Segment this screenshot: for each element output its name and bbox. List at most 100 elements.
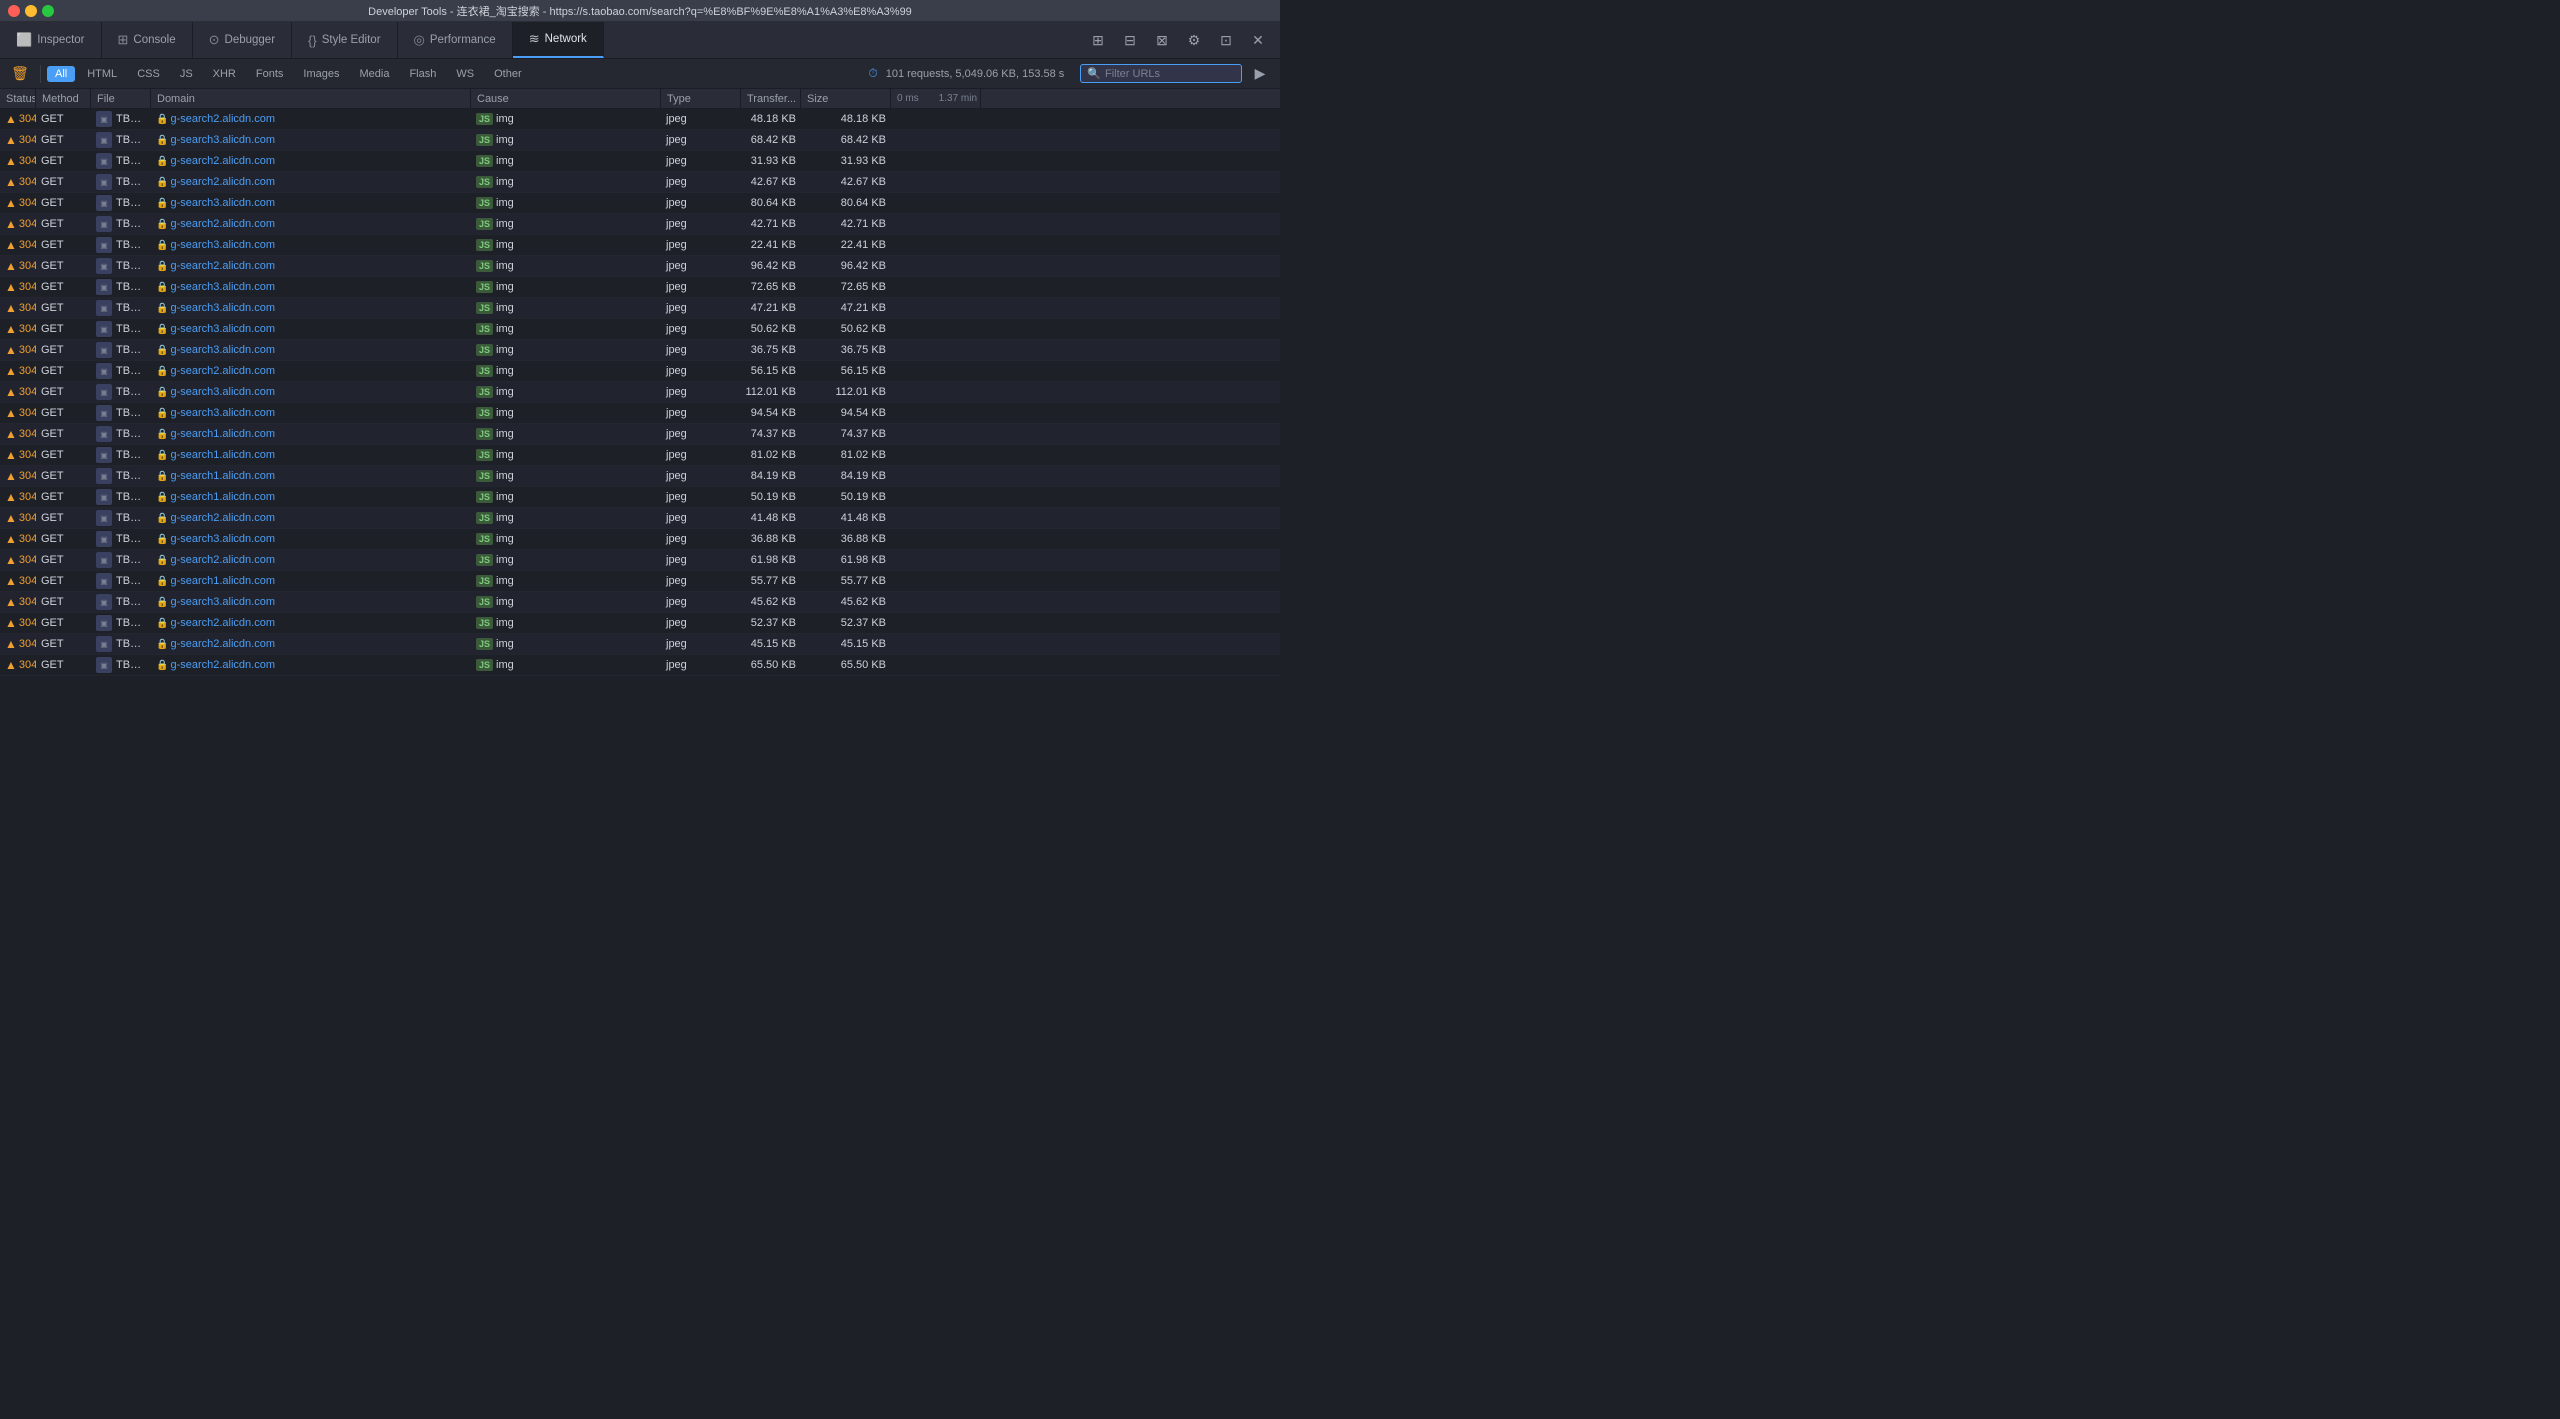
domain-link[interactable]: g-search2.alicdn.com [170, 617, 275, 629]
domain-link[interactable]: g-search2.alicdn.com [170, 260, 275, 272]
table-row[interactable]: ▲ 304 GET ▣ TB2W6GeqVXXXXrXpXXXXXXXXxx_!… [0, 130, 1280, 151]
method-cell: GET [36, 382, 91, 402]
domain-link[interactable]: g-search2.alicdn.com [170, 218, 275, 230]
tab-console[interactable]: ⊞ Console [102, 22, 193, 58]
split-button[interactable]: ⊟ [1116, 26, 1144, 54]
domain-link[interactable]: g-search3.alicdn.com [170, 281, 275, 293]
domain-link[interactable]: g-search2.alicdn.com [170, 554, 275, 566]
domain-cell: 🔒 g-search2.alicdn.com [151, 655, 471, 675]
table-row[interactable]: ▲ 304 GET ▣ TB16KELLXXXXXa3XXXXXXXXXXXXx… [0, 382, 1280, 403]
domain-link[interactable]: g-search3.alicdn.com [170, 533, 275, 545]
table-row[interactable]: ▲ 304 GET ▣ TB1iE3BMpXXXXYaXXXXXXXXXXXxx… [0, 340, 1280, 361]
domain-link[interactable]: g-search2.alicdn.com [170, 176, 275, 188]
table-row[interactable]: ▲ 304 GET ▣ TB2Hbm_oVXXXX3XFXXXXXXXXxx_!… [0, 109, 1280, 130]
domain-link[interactable]: g-search3.alicdn.com [170, 344, 275, 356]
close-button[interactable] [8, 5, 20, 17]
domain-link[interactable]: g-search3.alicdn.com [170, 134, 275, 146]
dock-button[interactable]: ⊞ [1084, 26, 1112, 54]
status-code: 304 [19, 638, 36, 650]
tab-style-editor[interactable]: {} Style Editor [292, 22, 398, 58]
minimize-devtools-button[interactable]: ⊡ [1212, 26, 1240, 54]
table-row[interactable]: ▲ 304 GET ▣ TB1WxiCJVXXXXcoaXXYXGcGpXX_M… [0, 193, 1280, 214]
filter-url-input[interactable] [1105, 68, 1235, 80]
table-row[interactable]: ▲ 304 GET ▣ TB2u5K9opXXXXpXFXXXXXXXXXXXX… [0, 550, 1280, 571]
fullscreen-button[interactable] [42, 5, 54, 17]
size-header[interactable]: Size [801, 89, 891, 108]
sidebar-button[interactable]: ⊠ [1148, 26, 1176, 54]
table-row[interactable]: ▲ 304 GET ▣ TB23lGDqXXXXXUXXXXXXXXXXXXXX… [0, 508, 1280, 529]
table-row[interactable]: ▲ 304 GET ▣ TB1h7blMpXXXXb_XpXXXXXXXXXXX… [0, 571, 1280, 592]
settings-button[interactable]: ⚙ [1180, 26, 1208, 54]
transfer-header[interactable]: Transfer... [741, 89, 801, 108]
table-row[interactable]: ▲ 304 GET ▣ TB26b2MrVXXXXcvXXXXXXXXXXxx_… [0, 256, 1280, 277]
table-row[interactable]: ▲ 304 GET ▣ TB2IUF4sXXXXXbtXpXXXXXXXXXXx… [0, 403, 1280, 424]
table-row[interactable]: ▲ 304 GET ▣ TB1_VETKpXXXXbLXYXGcGpXX_M2.… [0, 613, 1280, 634]
table-row[interactable]: ▲ 304 GET ▣ TB23bi_pVXXXXJXFXXXXXXXXXXXX… [0, 655, 1280, 676]
cause-header[interactable]: Cause [471, 89, 661, 108]
filter-css[interactable]: CSS [129, 66, 168, 82]
domain-link[interactable]: g-search3.alicdn.com [170, 197, 275, 209]
minimize-button[interactable] [25, 5, 37, 17]
file-header[interactable]: File [91, 89, 151, 108]
transfer-cell: 81.02 KB [741, 445, 801, 465]
domain-link[interactable]: g-search1.alicdn.com [170, 428, 275, 440]
file-cell: ▣ TB2FZ23rVXXXXfXXXXXXXXXXXXXxx_!!0-satu… [91, 445, 151, 465]
table-row[interactable]: ▲ 304 GET ▣ TB2io8HqVXXXXcZXXXXXXXXXXXXX… [0, 592, 1280, 613]
domain-link[interactable]: g-search2.alicdn.com [170, 659, 275, 671]
file-cell: ▣ TB1WxiCJVXXXXcoaXXYXGcGpXX_M2.SS2_4... [91, 193, 151, 213]
filter-xhr[interactable]: XHR [205, 66, 244, 82]
tab-inspector[interactable]: ⬜ Inspector [0, 22, 102, 58]
clear-button[interactable]: 🗑 [6, 60, 34, 88]
table-row[interactable]: ▲ 304 GET ▣ TB1BZT6JVXXXXc.XpXXYXGcGpXX_… [0, 151, 1280, 172]
domain-link[interactable]: g-search3.alicdn.com [170, 407, 275, 419]
js-badge: JS [476, 176, 493, 188]
domain-link[interactable]: g-search2.alicdn.com [170, 155, 275, 167]
table-row[interactable]: ▲ 304 GET ▣ TB1TiyMKXXXXXbHXFXXXXXXXXxx_… [0, 298, 1280, 319]
filter-fonts[interactable]: Fonts [248, 66, 292, 82]
table-row[interactable]: ▲ 304 GET ▣ TB1zAl8KXXXXcAXVXXXXXXXXXXXX… [0, 529, 1280, 550]
tab-network[interactable]: ≋ Network [513, 22, 604, 58]
domain-link[interactable]: g-search1.alicdn.com [170, 470, 275, 482]
table-row[interactable]: ▲ 304 GET ▣ TB10QpiKFXXXXLXVXXXXXXXXXXxx… [0, 319, 1280, 340]
tab-debugger[interactable]: ⊙ Debugger [193, 22, 292, 58]
filter-images[interactable]: Images [295, 66, 347, 82]
method-header[interactable]: Method [36, 89, 91, 108]
domain-link[interactable]: g-search2.alicdn.com [170, 365, 275, 377]
table-row[interactable]: ▲ 304 GET ▣ TB1NTimLFXXXXcPXVXXXXXXXXXXx… [0, 424, 1280, 445]
domain-link[interactable]: g-search2.alicdn.com [170, 512, 275, 524]
table-row[interactable]: ▲ 304 GET ▣ TB1wGyCKXXXXXQXpXXXXXXXXxx_!… [0, 172, 1280, 193]
domain-link[interactable]: g-search2.alicdn.com [170, 638, 275, 650]
domain-link[interactable]: g-search3.alicdn.com [170, 323, 275, 335]
domain-link[interactable]: g-search3.alicdn.com [170, 386, 275, 398]
filter-media[interactable]: Media [351, 66, 397, 82]
status-header[interactable]: Status ▼ [0, 89, 36, 108]
domain-link[interactable]: g-search3.alicdn.com [170, 302, 275, 314]
table-row[interactable]: ▲ 304 GET ▣ TB2H06XrVXXXXcNXpXXXXXXXXxx_… [0, 235, 1280, 256]
filter-all[interactable]: All [47, 66, 75, 82]
domain-link[interactable]: g-search2.alicdn.com [170, 113, 275, 125]
filter-other[interactable]: Other [486, 66, 530, 82]
filter-html[interactable]: HTML [79, 66, 125, 82]
domain-link[interactable]: g-search3.alicdn.com [170, 239, 275, 251]
filter-js[interactable]: JS [172, 66, 201, 82]
filter-flash[interactable]: Flash [401, 66, 444, 82]
type-header[interactable]: Type [661, 89, 741, 108]
filter-options-button[interactable]: ▶ [1246, 60, 1274, 88]
domain-link[interactable]: g-search1.alicdn.com [170, 491, 275, 503]
table-row[interactable]: ▲ 304 GET ▣ TB2UJPUoFXXXcVXXXXXXXXXXXXxx… [0, 361, 1280, 382]
table-row[interactable]: ▲ 304 GET ▣ TB1D_7FJpXXXXaSXVXXXXXXXXxx_… [0, 277, 1280, 298]
table-row[interactable]: ▲ 304 GET ▣ TB2ySzgqVXXXXaTXpXXXXXXXXXXx… [0, 466, 1280, 487]
domain-link[interactable]: g-search3.alicdn.com [170, 596, 275, 608]
table-row[interactable]: ▲ 304 GET ▣ TB1maFYHFXXXXZXXXXXXXXXXxx_!… [0, 214, 1280, 235]
table-row[interactable]: ▲ 304 GET ▣ TB2niOmmVXXXXbaXXXXXXXXXXXXX… [0, 634, 1280, 655]
filter-ws[interactable]: WS [448, 66, 482, 82]
domain-link[interactable]: g-search1.alicdn.com [170, 575, 275, 587]
table-row[interactable]: ▲ 304 GET ▣ TB2FZ23rVXXXXfXXXXXXXXXXXXXx… [0, 445, 1280, 466]
file-thumb: ▣ [96, 342, 112, 358]
tab-performance[interactable]: ◎ Performance [398, 22, 513, 58]
table-row[interactable]: ▲ 304 GET ▣ TB2m5hgoFXXXXbLXXXXXXXXXXXXX… [0, 487, 1280, 508]
secure-icon: 🔒 [156, 597, 168, 608]
domain-link[interactable]: g-search1.alicdn.com [170, 449, 275, 461]
close-devtools-button[interactable]: ✕ [1244, 26, 1272, 54]
domain-header[interactable]: Domain [151, 89, 471, 108]
